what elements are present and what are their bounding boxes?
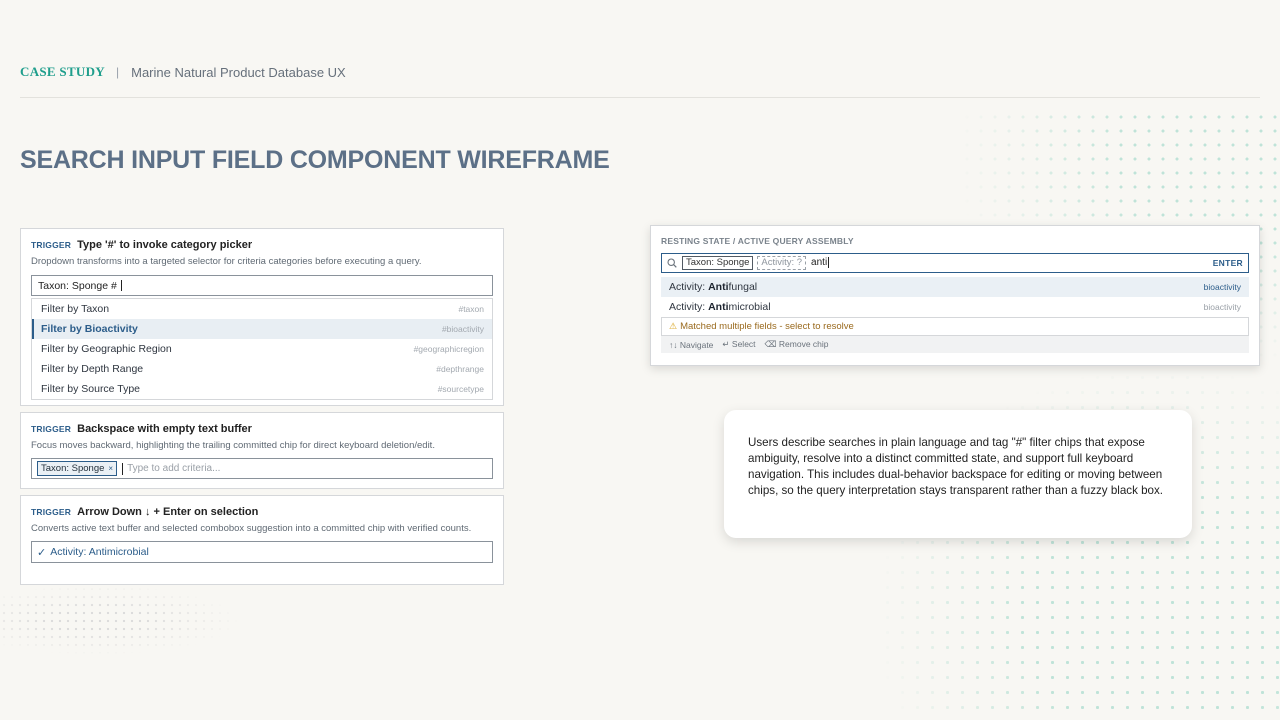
close-icon[interactable]: × (108, 464, 113, 473)
page-header: CASE STUDY | Marine Natural Product Data… (20, 64, 346, 80)
suggestion-prefix: Activity: (669, 281, 709, 293)
picker-option-label: Filter by Taxon (41, 303, 110, 315)
suggestion-label: Activity: Antifungal (669, 281, 757, 293)
trigger-heading: TRIGGER Type '#' to invoke category pick… (31, 239, 493, 251)
category-picker-dropdown: Filter by Taxon #taxon Filter by Bioacti… (31, 298, 493, 400)
query-assembly-panel: RESTING STATE / ACTIVE QUERY ASSEMBLY Ta… (650, 225, 1260, 366)
help-select: ↵ Select (722, 339, 756, 349)
trigger-tag: TRIGGER (31, 240, 72, 250)
query-search-bar[interactable]: Taxon: Sponge Activity: ? anti ENTER (661, 253, 1249, 273)
header-separator: | (116, 65, 120, 79)
case-study-label: CASE STUDY (20, 64, 105, 79)
suggestion-prefix: Activity: (669, 301, 709, 313)
page-title: SEARCH INPUT FIELD COMPONENT WIREFRAME (20, 146, 610, 174)
picker-option-bioactivity[interactable]: Filter by Bioactivity #bioactivity (32, 319, 492, 339)
ambiguity-warning: ⚠ Matched multiple fields - select to re… (661, 317, 1249, 336)
picker-option-label: Filter by Depth Range (41, 363, 144, 375)
filter-chip-pending-activity[interactable]: Activity: ? (757, 256, 807, 270)
help-navigate: ↑↓ Navigate (669, 339, 714, 350)
picker-option-tag: #sourcetype (437, 384, 484, 394)
trigger-heading: TRIGGER Backspace with empty text buffer (31, 423, 493, 435)
help-remove-chip: ⌫ Remove chip (764, 339, 829, 349)
suggestion-rest: fungal (728, 281, 758, 293)
suggestion-tag: bioactivity (1203, 302, 1241, 312)
suggestion-tag: bioactivity (1203, 282, 1241, 292)
trigger-title: Arrow Down ↓ + Enter on selection (77, 506, 259, 518)
picker-option-label: Filter by Geographic Region (41, 343, 172, 355)
committed-chip-field[interactable]: ✓ Activity: Antimicrobial (31, 541, 493, 563)
chip-label: Taxon: Sponge (41, 463, 105, 474)
search-input-value: Taxon: Sponge # (38, 279, 117, 292)
trigger-title: Type '#' to invoke category picker (77, 239, 253, 251)
filter-chip-taxon[interactable]: Taxon: Sponge (682, 256, 754, 270)
suggestion-label: Activity: Antimicrobial (669, 301, 771, 313)
suggestion-rest: microbial (728, 301, 771, 313)
picker-option-tag: #depthrange (436, 364, 484, 374)
text-caret (828, 257, 830, 269)
trigger-tag: TRIGGER (31, 507, 72, 517)
warning-icon: ⚠ (669, 321, 678, 331)
trigger-description: Dropdown transforms into a targeted sele… (31, 256, 422, 267)
enter-button[interactable]: ENTER (1213, 258, 1243, 268)
trigger-card-arrow-enter: TRIGGER Arrow Down ↓ + Enter on selectio… (20, 495, 504, 585)
suggestion-match: Anti (708, 301, 729, 313)
picker-option-geographic-region[interactable]: Filter by Geographic Region #geographicr… (32, 339, 492, 359)
header-divider (20, 97, 1260, 98)
trigger-card-backspace: TRIGGER Backspace with empty text buffer… (20, 412, 504, 489)
search-icon (667, 258, 677, 268)
picker-option-source-type[interactable]: Filter by Source Type #sourcetype (32, 379, 492, 399)
suggestion-match: Anti (708, 281, 729, 293)
picker-option-taxon[interactable]: Filter by Taxon #taxon (32, 299, 492, 319)
keyboard-help-bar: ↑↓ Navigate ↵ Select ⌫ Remove chip (661, 336, 1249, 353)
suggestion-antifungal[interactable]: Activity: Antifungal bioactivity (661, 277, 1249, 297)
chip-search-input[interactable]: Taxon: Sponge × Type to add criteria... (31, 458, 493, 479)
picker-option-tag: #bioactivity (441, 324, 484, 334)
input-placeholder: Type to add criteria... (127, 463, 221, 474)
project-name: Marine Natural Product Database UX (131, 64, 346, 80)
warning-text: Matched multiple fields - select to reso… (680, 321, 854, 332)
decorative-dot-pattern-bottom-left (0, 585, 240, 655)
trigger-tag: TRIGGER (31, 424, 72, 434)
description-text: Users describe searches in plain languag… (748, 436, 1164, 497)
check-icon: ✓ (37, 546, 47, 559)
text-caret (122, 462, 124, 475)
search-input[interactable]: Taxon: Sponge # (31, 275, 493, 296)
picker-option-label: Filter by Source Type (41, 383, 141, 395)
trigger-card-category-picker: TRIGGER Type '#' to invoke category pick… (20, 228, 504, 406)
trigger-description: Focus moves backward, highlighting the t… (31, 440, 435, 451)
text-caret (120, 280, 122, 291)
panel-label: RESTING STATE / ACTIVE QUERY ASSEMBLY (661, 236, 854, 246)
suggestion-list: Activity: Antifungal bioactivity Activit… (661, 277, 1249, 353)
picker-option-label: Filter by Bioactivity (41, 323, 138, 335)
picker-option-depth-range[interactable]: Filter by Depth Range #depthrange (32, 359, 492, 379)
trigger-title: Backspace with empty text buffer (77, 423, 252, 435)
picker-option-tag: #geographicregion (413, 344, 484, 354)
typed-text: anti (811, 257, 828, 269)
description-card: Users describe searches in plain languag… (724, 410, 1192, 538)
trigger-description: Converts active text buffer and selected… (31, 523, 472, 534)
picker-option-tag: #taxon (458, 304, 484, 314)
trigger-heading: TRIGGER Arrow Down ↓ + Enter on selectio… (31, 506, 493, 518)
suggestion-antimicrobial[interactable]: Activity: Antimicrobial bioactivity (661, 297, 1249, 317)
committed-chip-label: Activity: Antimicrobial (50, 546, 149, 558)
typed-query: anti (811, 257, 830, 269)
filter-chip-taxon[interactable]: Taxon: Sponge × (37, 461, 118, 476)
